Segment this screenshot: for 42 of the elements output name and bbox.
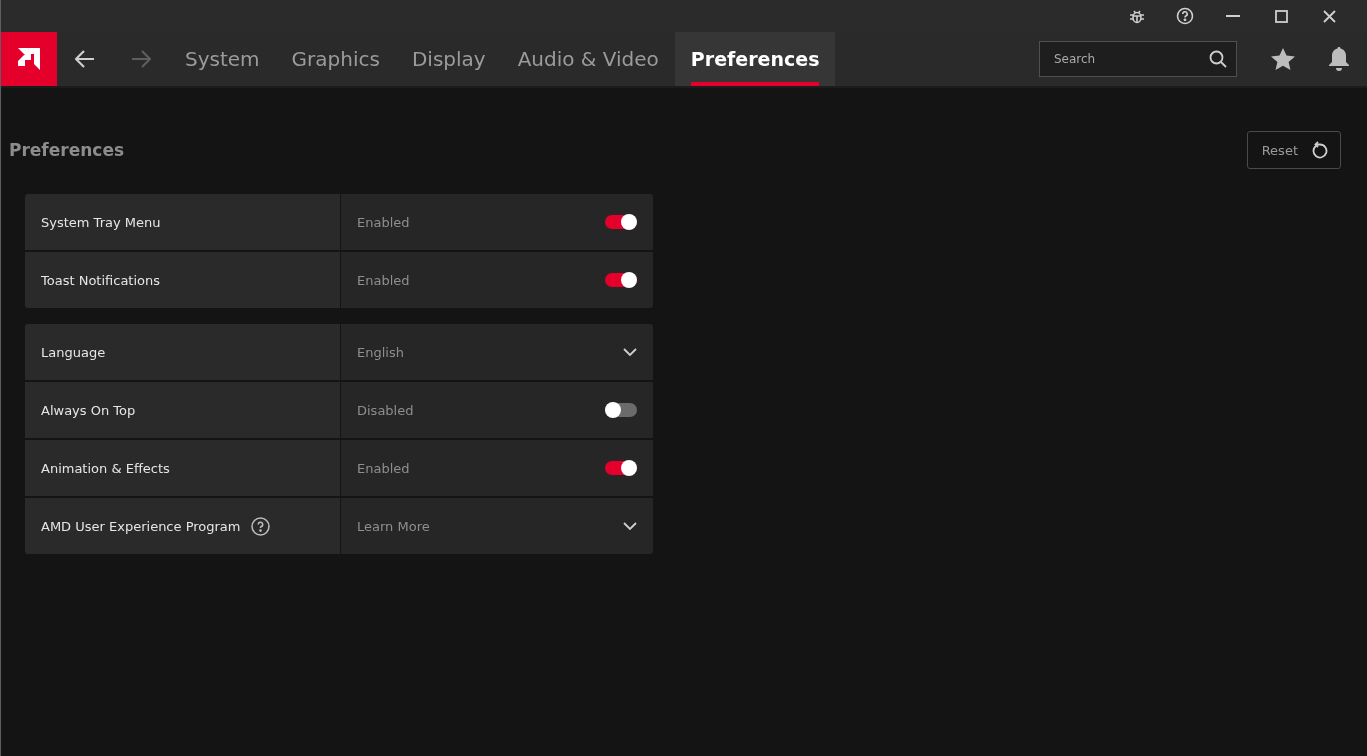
maximize-icon[interactable] <box>1274 9 1288 23</box>
reset-button[interactable]: Reset <box>1246 131 1341 169</box>
setting-value-cell[interactable]: English <box>341 324 653 380</box>
help-icon[interactable] <box>250 516 270 536</box>
setting-value: Enabled <box>357 214 410 230</box>
setting-value: Learn More <box>357 518 430 534</box>
help-icon[interactable] <box>1176 7 1194 25</box>
setting-value-cell[interactable]: Enabled <box>341 440 653 496</box>
setting-value-cell[interactable]: Learn More <box>341 498 653 554</box>
nav-tab[interactable]: Display <box>395 32 502 86</box>
bell-icon[interactable] <box>1328 47 1350 71</box>
setting-label: Always On Top <box>41 402 136 418</box>
nav-tab[interactable]: Graphics <box>275 32 396 86</box>
setting-label: Language <box>41 344 106 360</box>
nav-tab[interactable]: Preferences <box>674 32 836 86</box>
star-icon[interactable] <box>1271 48 1295 70</box>
toggle-switch[interactable] <box>605 403 637 417</box>
setting-label: AMD User Experience Program <box>41 518 241 534</box>
setting-value: Enabled <box>357 272 410 288</box>
chevron-down-icon[interactable] <box>623 348 637 356</box>
back-arrow-icon[interactable] <box>75 50 95 68</box>
toggle-switch[interactable] <box>605 215 637 229</box>
setting-value: English <box>357 344 404 360</box>
setting-value: Disabled <box>357 402 414 418</box>
chevron-down-icon[interactable] <box>623 522 637 530</box>
search-icon[interactable] <box>1209 50 1227 68</box>
setting-label: Animation & Effects <box>41 460 170 476</box>
setting-value-cell[interactable]: Enabled <box>341 252 653 308</box>
search-field[interactable]: Search <box>1039 41 1237 77</box>
page-title: Preferences <box>9 140 125 160</box>
setting-value-cell[interactable]: Disabled <box>341 382 653 438</box>
nav-tab[interactable]: Audio & Video <box>501 32 675 86</box>
reset-icon <box>1312 141 1328 159</box>
setting-label: Toast Notifications <box>41 272 161 288</box>
close-icon[interactable] <box>1322 9 1336 23</box>
setting-label: System Tray Menu <box>41 214 161 230</box>
toggle-switch[interactable] <box>605 461 637 475</box>
setting-value: Enabled <box>357 460 410 476</box>
logo-icon <box>17 47 41 71</box>
setting-value-cell[interactable]: Enabled <box>341 194 653 250</box>
toggle-switch[interactable] <box>605 273 637 287</box>
nav-tab[interactable]: System <box>169 32 276 86</box>
